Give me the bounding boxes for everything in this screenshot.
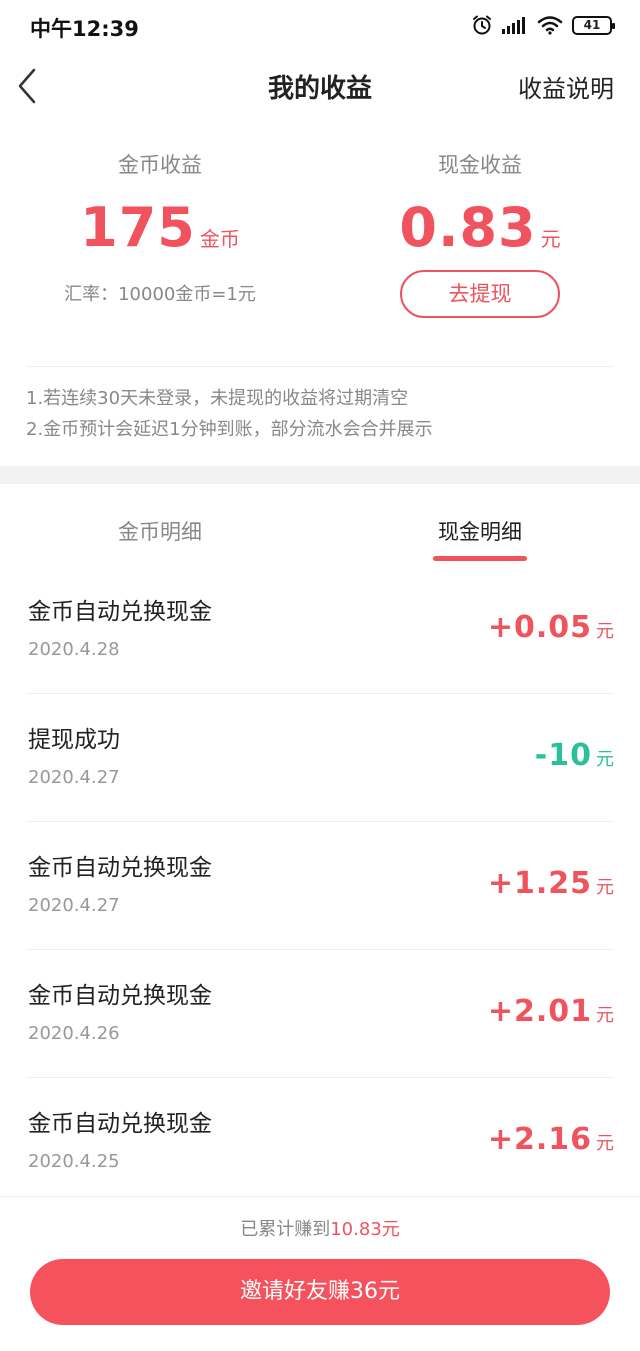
cash-earnings-label: 现金收益 [438, 153, 522, 177]
list-item[interactable]: 金币自动兑换现金 2020.4.27 +1.25 元 [26, 822, 614, 950]
transaction-title: 提现成功 [28, 727, 120, 753]
transaction-amount-unit: 元 [596, 749, 614, 770]
transaction-date: 2020.4.28 [28, 639, 120, 660]
coin-earnings-value: 175 金币 [0, 196, 320, 262]
nav-bar: 我的收益 收益说明 [0, 52, 640, 122]
transaction-amount-value: +0.05 [487, 610, 592, 645]
transaction-amount-value: +2.01 [487, 994, 592, 1029]
section-divider [0, 466, 640, 484]
earnings-summary: 金币收益 175 金币 汇率：10000金币=1元 现金收益 0.83 元 去提… [0, 150, 640, 360]
transaction-date: 2020.4.27 [28, 895, 120, 916]
detail-tabs: 金币明细 现金明细 [0, 500, 640, 566]
status-bar: 中午12:39 41 [0, 0, 640, 52]
list-item[interactable]: 金币自动兑换现金 2020.4.28 +0.05 元 [26, 566, 614, 694]
transaction-amount-unit: 元 [596, 877, 614, 898]
transaction-amount-value: -10 [534, 738, 592, 773]
earnings-info-link[interactable]: 收益说明 [518, 69, 614, 104]
note-line: 2.金币预计会延迟1分钟到账，部分流水会合并展示 [26, 419, 433, 440]
coin-earnings-label: 金币收益 [118, 153, 202, 177]
cash-earnings-amount: 0.83 [399, 196, 537, 259]
transaction-amount-unit: 元 [596, 1133, 614, 1154]
note-line: 1.若连续30天未登录，未提现的收益将过期清空 [26, 388, 409, 409]
list-item[interactable]: 金币自动兑换现金 2020.4.26 +2.01 元 [26, 950, 614, 1078]
exchange-rate: 汇率：10000金币=1元 [64, 284, 256, 305]
signal-icon [502, 17, 525, 34]
status-icons: 41 [471, 14, 615, 36]
list-item[interactable]: 提现成功 2020.4.27 -10 元 [26, 694, 614, 822]
status-time: 中午12:39 [30, 17, 139, 41]
coin-earnings: 金币收益 175 金币 汇率：10000金币=1元 [0, 150, 320, 306]
transaction-date: 2020.4.27 [28, 767, 120, 788]
transaction-amount-value: +1.25 [487, 866, 592, 901]
transaction-date: 2020.4.26 [28, 1023, 120, 1044]
transaction-amount-value: +2.16 [487, 1122, 592, 1157]
coin-earnings-amount: 175 [80, 196, 196, 259]
active-tab-indicator [433, 556, 527, 561]
cash-earnings-unit: 元 [540, 227, 561, 251]
battery-icon: 41 [572, 15, 615, 35]
total-earned-amount: 10.83元 [330, 1219, 400, 1240]
invite-friends-button[interactable]: 邀请好友赚36元 [30, 1259, 610, 1325]
withdraw-button[interactable]: 去提现 [400, 270, 560, 318]
cash-earnings: 现金收益 0.83 元 去提现 [320, 150, 640, 318]
coin-earnings-unit: 金币 [199, 227, 240, 251]
tab-cash-details[interactable]: 现金明细 [380, 516, 580, 546]
total-earned-label: 已累计赚到 [240, 1219, 331, 1240]
transaction-amount: +2.01 元 [488, 994, 614, 1029]
list-item[interactable]: 金币自动兑换现金 2020.4.25 +2.16 元 [26, 1078, 614, 1206]
transaction-amount: +2.16 元 [488, 1122, 614, 1157]
transaction-amount: -10 元 [535, 738, 614, 773]
transaction-list: 金币自动兑换现金 2020.4.28 +0.05 元 提现成功 2020.4.2… [0, 566, 640, 1206]
transaction-title: 金币自动兑换现金 [28, 599, 212, 625]
total-earned: 已累计赚到10.83元 [0, 1215, 640, 1241]
footer: 已累计赚到10.83元 邀请好友赚36元 [0, 1196, 640, 1351]
transaction-amount-unit: 元 [596, 1005, 614, 1026]
transaction-amount-unit: 元 [596, 621, 614, 642]
transaction-amount: +0.05 元 [488, 610, 614, 645]
transaction-title: 金币自动兑换现金 [28, 855, 212, 881]
transaction-amount: +1.25 元 [488, 866, 614, 901]
cash-earnings-value: 0.83 元 [320, 196, 640, 262]
transaction-title: 金币自动兑换现金 [28, 983, 212, 1009]
wifi-icon [537, 16, 563, 35]
notes: 1.若连续30天未登录，未提现的收益将过期清空 2.金币预计会延迟1分钟到账，部… [26, 366, 614, 445]
transaction-date: 2020.4.25 [28, 1151, 120, 1172]
alarm-icon [473, 15, 491, 35]
transaction-title: 金币自动兑换现金 [28, 1111, 212, 1137]
tab-coin-details[interactable]: 金币明细 [60, 516, 260, 546]
